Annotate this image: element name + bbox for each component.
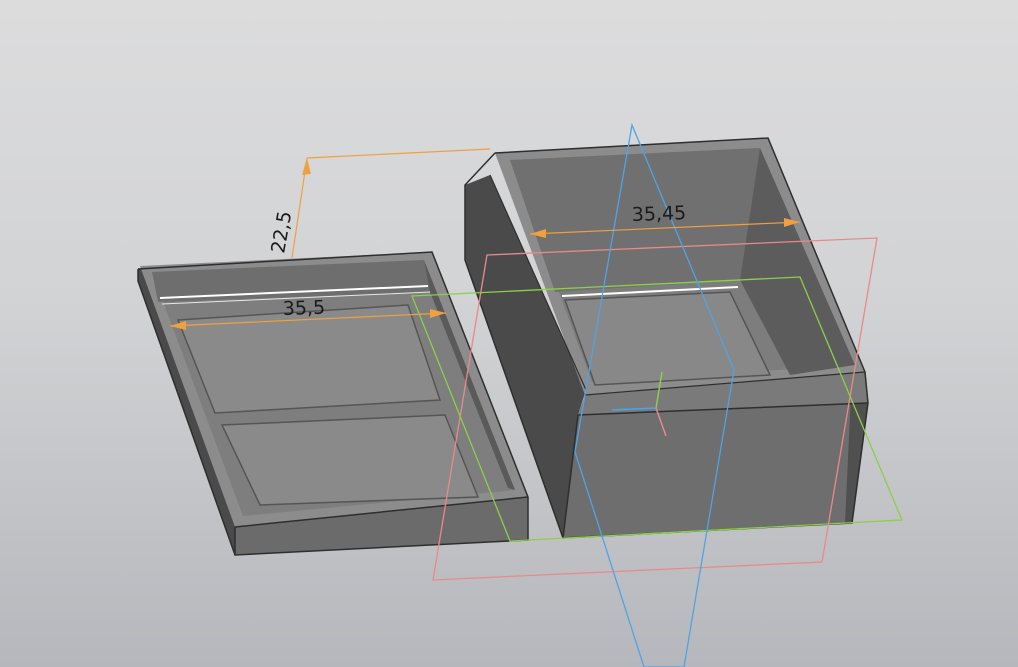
lid-pocket-lower xyxy=(220,414,480,506)
dimension-height-label: 22,5 xyxy=(267,209,296,254)
lid-pocket-upper xyxy=(176,304,442,414)
dimension-box-width-label: 35,45 xyxy=(631,202,686,226)
dimension-height[interactable]: 22,5 xyxy=(267,148,491,259)
dimension-arrow-icon xyxy=(302,158,311,175)
model-scene[interactable]: 22,5 35,5 35,45 xyxy=(0,0,1018,667)
box-part[interactable] xyxy=(464,137,869,539)
lid-part[interactable] xyxy=(137,251,529,556)
3d-viewport[interactable]: 22,5 35,5 35,45 xyxy=(0,0,1018,667)
box-front-face xyxy=(563,403,868,538)
dimension-lid-width-label: 35,5 xyxy=(282,297,325,320)
